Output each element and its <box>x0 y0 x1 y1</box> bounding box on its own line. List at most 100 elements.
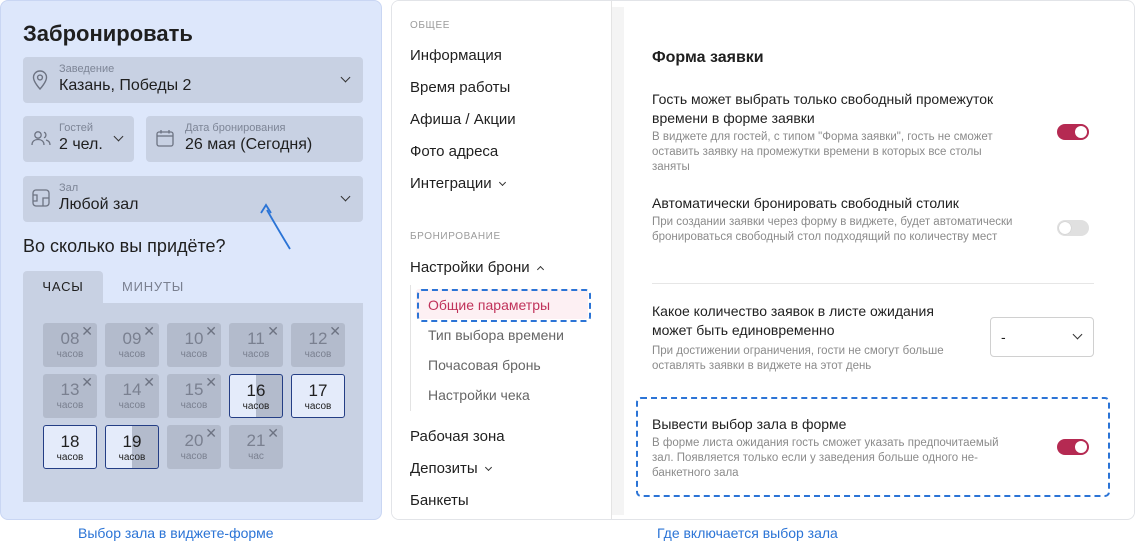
request-form-card: Форма заявки Гость может выбрать только … <box>624 7 1134 515</box>
close-icon: ✕ <box>267 425 279 441</box>
sidebar-item-booking-settings[interactable]: Настройки брони <box>410 259 544 276</box>
close-icon: ✕ <box>205 323 217 339</box>
sidebar-item-posters[interactable]: Афиша / Акции <box>410 111 516 128</box>
sidebar-item-hours[interactable]: Время работы <box>410 79 510 96</box>
hour-unit: часов <box>56 349 84 360</box>
hour-number: 18 <box>60 432 80 451</box>
subitem-receipt[interactable]: Настройки чека <box>428 387 530 403</box>
subitem-hourly[interactable]: Почасовая бронь <box>428 357 541 373</box>
hour-option-14: 14 часов ✕ <box>105 374 159 418</box>
sidebar-item-photos[interactable]: Фото адреса <box>410 143 498 160</box>
date-value: 26 мая (Сегодня) <box>185 136 313 153</box>
location-pin-icon <box>32 70 48 90</box>
calendar-icon <box>156 130 174 147</box>
setting-description: В виджете для гостей, с типом "Форма зая… <box>652 131 993 173</box>
hour-unit: часов <box>118 452 146 463</box>
annotation-highlight-general <box>417 289 591 322</box>
sidebar-item-info[interactable]: Информация <box>410 47 502 64</box>
chevron-down-icon <box>340 72 351 83</box>
hour-unit: час <box>248 451 264 462</box>
hour-unit: часов <box>56 400 84 411</box>
widget-title: Забронировать <box>23 21 193 46</box>
guests-value: 2 чел. <box>59 136 103 153</box>
hour-option-11: 11 часов ✕ <box>229 323 283 367</box>
hour-unit: часов <box>304 401 332 412</box>
annotation-highlight-hall-setting <box>636 397 1110 497</box>
hour-unit: часов <box>118 349 146 360</box>
venue-value: Казань, Победы 2 <box>59 77 192 94</box>
close-icon: ✕ <box>143 374 155 390</box>
section-label-booking: БРОНИРОВАНИЕ <box>410 231 501 242</box>
setting-description: При достижении ограничения, гости не смо… <box>652 345 944 372</box>
hour-option-12: 12 часов ✕ <box>291 323 345 367</box>
sidebar-item-workzone[interactable]: Рабочая зона <box>410 428 505 445</box>
sidebar-item-banquets[interactable]: Банкеты <box>410 492 469 509</box>
venue-select[interactable]: Заведение Казань, Победы 2 <box>23 57 363 103</box>
booking-widget: Забронировать Заведение Казань, Победы 2… <box>0 0 382 520</box>
admin-panel: ОБЩЕЕ Информация Время работы Афиша / Ак… <box>391 0 1135 520</box>
sidebar-item-label: Депозиты <box>410 460 478 477</box>
setting-title: Какое количество заявок в листе ожидания… <box>652 303 934 338</box>
hour-option-08: 08 часов ✕ <box>43 323 97 367</box>
subitem-time-type[interactable]: Тип выбора времени <box>428 327 564 343</box>
sidebar-item-label: Интеграции <box>410 175 492 192</box>
tab-hours[interactable]: ЧАСЫ <box>23 271 103 303</box>
hour-number: 16 <box>246 381 266 400</box>
setting-description: При создании заявки через форму в виджет… <box>652 216 1013 243</box>
hour-option-18[interactable]: 18 часов <box>43 425 97 469</box>
sidebar-item-label: Настройки брони <box>410 259 530 276</box>
sidebar-item-integrations[interactable]: Интеграции <box>410 175 506 192</box>
toggle-knob <box>1075 126 1087 138</box>
hour-option-21: 21 час ✕ <box>229 425 283 469</box>
hour-unit: часов <box>304 349 332 360</box>
people-icon <box>31 131 51 146</box>
hall-label: Зал <box>59 182 79 194</box>
close-icon: ✕ <box>205 425 217 441</box>
date-select[interactable]: Дата бронирования 26 мая (Сегодня) <box>146 116 363 162</box>
pointer-arrow-icon <box>260 203 291 250</box>
hour-option-17[interactable]: 17 часов <box>291 374 345 418</box>
hall-select[interactable]: Зал Любой зал <box>23 176 363 222</box>
hour-option-19[interactable]: 19 часов <box>105 425 159 469</box>
time-tabs: ЧАСЫ МИНУТЫ <box>23 271 363 303</box>
toggle-knob <box>1059 222 1071 234</box>
setting-title: Автоматически бронировать свободный стол… <box>652 195 959 211</box>
hour-option-10: 10 часов ✕ <box>167 323 221 367</box>
date-label: Дата бронирования <box>185 122 286 134</box>
hour-unit: часов <box>180 400 208 411</box>
hour-option-15: 15 часов ✕ <box>167 374 221 418</box>
hour-unit: часов <box>242 349 270 360</box>
tab-minutes[interactable]: МИНУТЫ <box>103 271 203 303</box>
venue-label: Заведение <box>59 63 115 75</box>
select-value: - <box>1001 329 1006 345</box>
guests-label: Гостей <box>59 122 94 134</box>
toggle-auto-book-table[interactable] <box>1057 220 1089 236</box>
hour-unit: часов <box>180 451 208 462</box>
close-icon: ✕ <box>267 323 279 339</box>
hour-option-09: 09 часов ✕ <box>105 323 159 367</box>
hour-unit: часов <box>242 401 270 412</box>
close-icon: ✕ <box>205 374 217 390</box>
hour-unit: часов <box>180 349 208 360</box>
hall-value: Любой зал <box>59 196 139 213</box>
hour-unit: часов <box>118 400 146 411</box>
chevron-down-icon <box>340 191 351 202</box>
hall-icon <box>32 189 50 207</box>
section-label-general: ОБЩЕЕ <box>410 20 451 31</box>
close-icon: ✕ <box>329 323 341 339</box>
toggle-free-slots-only[interactable] <box>1057 124 1089 140</box>
hour-number: 19 <box>122 432 142 451</box>
hour-option-13: 13 часов ✕ <box>43 374 97 418</box>
guests-select[interactable]: Гостей 2 чел. <box>23 116 134 162</box>
hour-option-16[interactable]: 16 часов <box>229 374 283 418</box>
close-icon: ✕ <box>81 374 93 390</box>
setting-title: Гость может выбрать только свободный про… <box>652 91 994 126</box>
sidebar-item-deposits[interactable]: Депозиты <box>410 460 492 477</box>
hour-number: 17 <box>308 381 328 400</box>
divider <box>652 283 1094 284</box>
hours-grid: 08 часов ✕ 09 часов ✕ 10 часов ✕ 11 часов ✕ 12 часов ✕… <box>23 303 363 502</box>
section-title: Форма заявки <box>652 49 764 66</box>
chevron-up-icon <box>536 265 544 274</box>
waitlist-limit-select[interactable]: - <box>990 317 1094 357</box>
chevron-down-icon <box>1072 329 1083 340</box>
